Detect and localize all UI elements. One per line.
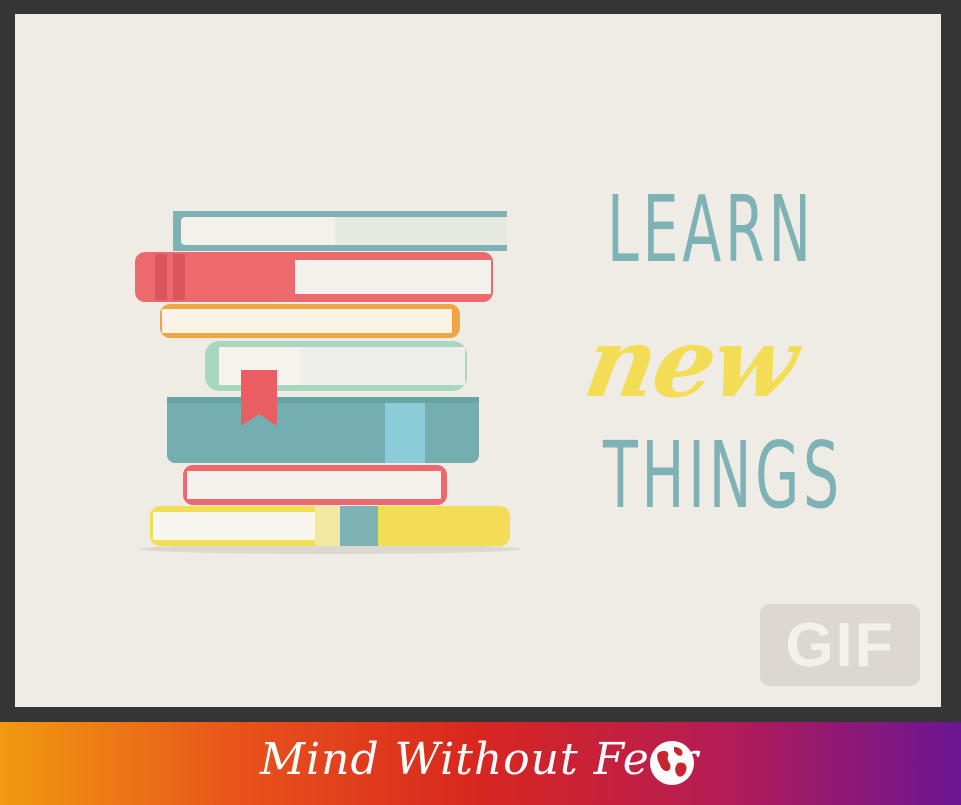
gif-badge-label: GIF — [785, 610, 895, 680]
globe-icon — [650, 741, 694, 785]
book-teal-large — [167, 397, 479, 463]
new-text: new — [577, 306, 805, 419]
gif-frame: LEARN new THINGS GIF — [15, 14, 941, 707]
book-red-small — [183, 465, 447, 505]
book-teal-top — [173, 211, 507, 251]
book-yellow — [150, 506, 510, 546]
book-orange — [160, 304, 460, 338]
things-text: THINGS — [603, 422, 843, 529]
gif-badge: GIF — [760, 604, 920, 686]
footer-title: Mind Without Fear — [260, 734, 700, 785]
learn-text: LEARN — [607, 176, 815, 283]
footer-banner: Mind Without Fear — [0, 722, 961, 805]
book-red-large — [135, 252, 493, 302]
